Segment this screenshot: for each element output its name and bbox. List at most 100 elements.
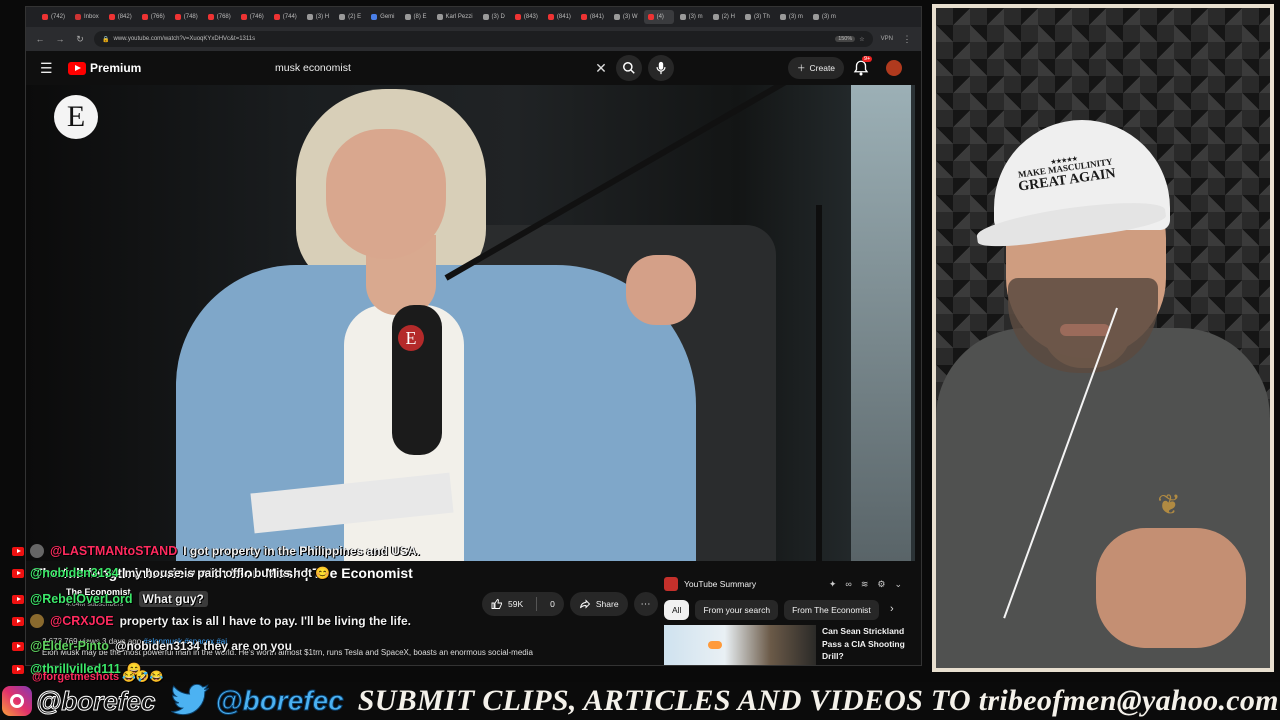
search-input[interactable]: musk economist: [262, 55, 590, 81]
browser-tab[interactable]: (8) E: [401, 10, 431, 24]
recommended-video[interactable]: Can Sean Strickland Pass a CIA Shooting …: [664, 625, 914, 665]
tab-favicon-icon: [679, 14, 686, 20]
instagram-icon: [2, 686, 32, 716]
browser-tab[interactable]: Karl Pezzi: [433, 10, 477, 24]
streamer-hands: [1096, 528, 1246, 648]
tab-favicon-icon: [514, 14, 521, 20]
youtube-chat-icon: [12, 641, 24, 651]
account-avatar[interactable]: [886, 60, 902, 76]
youtube-chat-icon: [12, 546, 24, 556]
youtube-chat-icon: [12, 568, 24, 578]
recommendation-filter-chips: All From your search From The Economist: [664, 599, 904, 621]
extensions-icon[interactable]: ⋮: [901, 34, 913, 45]
search-button[interactable]: [616, 55, 642, 81]
browser-tab[interactable]: (841): [544, 10, 575, 24]
like-button[interactable]: 59K: [491, 598, 523, 610]
tab-favicon-icon: [647, 14, 654, 20]
economist-logo-watermark: E: [54, 95, 98, 139]
browser-tab[interactable]: (748): [171, 10, 202, 24]
stream-banner: @forgetmeshots 😂🤣😂 @borefec @borefec SUB…: [0, 671, 1280, 720]
chevron-down-icon[interactable]: ⌄: [894, 579, 902, 590]
menu-icon[interactable]: ☰: [40, 60, 60, 77]
video-host-face: [326, 129, 446, 259]
search-bar: musk economist ✕: [262, 55, 642, 81]
browser-tab[interactable]: (842): [105, 10, 136, 24]
browser-tab[interactable]: (3) W: [610, 10, 642, 24]
browser-tab[interactable]: (766): [138, 10, 169, 24]
chat-avatar: [30, 614, 44, 628]
browser-tab[interactable]: (843): [511, 10, 542, 24]
share-arrow-icon: [579, 599, 590, 609]
youtube-logo[interactable]: Premium: [68, 61, 141, 75]
browser-tab[interactable]: (841): [577, 10, 608, 24]
clear-search-icon[interactable]: ✕: [590, 60, 612, 77]
zoom-indicator[interactable]: 150%: [835, 36, 856, 42]
browser-tab[interactable]: (3) H: [303, 10, 333, 24]
voice-search-button[interactable]: [648, 55, 674, 81]
tab-bar: (742) Inbox (842) (766) (748) (768) (746…: [26, 7, 921, 27]
tab-favicon-icon: [547, 14, 554, 20]
tab-favicon-icon: [108, 14, 115, 20]
tab-favicon-icon: [371, 14, 378, 20]
economist-mic-badge: E: [398, 325, 424, 351]
twitter-handle: @borefec: [215, 685, 344, 717]
tab-favicon-icon: [273, 14, 280, 20]
notification-count-badge: 9+: [862, 56, 873, 62]
browser-tab-active[interactable]: (4): [643, 10, 674, 24]
dislike-button[interactable]: 0: [550, 599, 555, 609]
thumbs-up-icon: [491, 598, 502, 609]
browser-tab[interactable]: Gemi: [367, 10, 398, 24]
tab-favicon-icon: [306, 14, 313, 20]
waveform-icon[interactable]: ≋: [861, 579, 869, 590]
browser-tab[interactable]: (2) H: [709, 10, 739, 24]
create-button[interactable]: ＋ Create: [788, 57, 845, 79]
chip-from-channel[interactable]: From The Economist: [784, 600, 879, 620]
browser-tab[interactable]: (3) m: [776, 10, 807, 24]
youtube-chat-icon: [12, 664, 24, 674]
chip-from-your-search[interactable]: From your search: [695, 600, 779, 620]
reload-icon[interactable]: ↻: [74, 34, 86, 45]
shirt-tree-emblem-icon: ❦: [1157, 489, 1181, 520]
tab-favicon-icon: [812, 14, 819, 20]
chat-message: @LASTMANtoSTAND I got property in the Ph…: [12, 542, 420, 560]
summary-tools: ✦ ∞ ≋ ⚙ ⌄: [829, 579, 902, 590]
vpn-badge[interactable]: VPN: [881, 36, 893, 42]
forward-icon[interactable]: →: [54, 34, 66, 44]
browser-tab[interactable]: Inbox: [71, 10, 103, 24]
tab-favicon-icon: [339, 14, 346, 20]
browser-tab[interactable]: (3) D: [479, 10, 509, 24]
browser-tab[interactable]: (3) Th: [741, 10, 774, 24]
tab-favicon-icon: [482, 14, 489, 20]
browser-tab[interactable]: (2) E: [335, 10, 365, 24]
youtube-chat-icon: [12, 616, 24, 626]
settings-gear-icon[interactable]: ⚙: [877, 579, 885, 590]
browser-tab[interactable]: (3) m: [676, 10, 707, 24]
chip-all[interactable]: All: [664, 600, 690, 620]
browser-tab[interactable]: (742): [38, 10, 69, 24]
tab-favicon-icon: [744, 14, 751, 20]
twitter-bird-icon: [165, 684, 215, 718]
more-actions-button[interactable]: ⋯: [633, 592, 658, 616]
bookmark-star-icon[interactable]: ☆: [859, 36, 864, 43]
ellipsis-icon: ⋯: [640, 598, 651, 610]
back-icon[interactable]: ←: [34, 34, 46, 44]
youtube-chat-icon: [12, 594, 24, 604]
share-button[interactable]: Share: [569, 592, 628, 616]
microphone-icon: [656, 61, 666, 75]
tab-favicon-icon: [779, 14, 786, 20]
glasses-icon[interactable]: ∞: [845, 579, 851, 590]
sparkle-icon[interactable]: ✦: [829, 579, 837, 590]
video-player[interactable]: E E: [26, 85, 915, 561]
like-separator: [536, 597, 538, 611]
chat-avatar: [30, 544, 44, 558]
browser-tab[interactable]: (3) m: [809, 10, 840, 24]
streamer-mouth: [1060, 324, 1110, 336]
submission-callout: SUBMIT CLIPS, ARTICLES AND VIDEOS TO tri…: [357, 684, 1279, 717]
browser-tab[interactable]: (746): [237, 10, 268, 24]
chevron-right-icon[interactable]: ›: [890, 603, 894, 615]
browser-tab[interactable]: (768): [204, 10, 235, 24]
youtube-summary-bar: YouTube Summary ✦ ∞ ≋ ⚙ ⌄: [664, 573, 902, 595]
browser-tab[interactable]: (744): [270, 10, 301, 24]
url-field[interactable]: 🔒 www.youtube.com/watch?v=XuoqKYxDHVc&t=…: [94, 31, 873, 47]
tab-favicon-icon: [141, 14, 148, 20]
